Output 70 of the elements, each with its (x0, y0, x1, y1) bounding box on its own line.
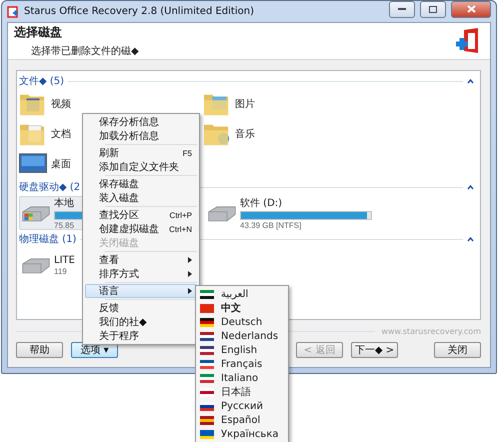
close-button[interactable] (451, 0, 491, 18)
collapse-icon[interactable] (467, 184, 474, 190)
collapse-icon[interactable] (467, 236, 474, 242)
language-item[interactable]: Español (196, 413, 288, 427)
language-item[interactable]: English (196, 343, 288, 357)
menu-item[interactable]: 装入磁盘 (85, 191, 197, 205)
menu-item[interactable]: 排序方式 (85, 267, 197, 281)
menu-item[interactable]: 创建虚拟磁盘 Ctrl+N (85, 222, 197, 236)
drive-name: 本地 (54, 196, 74, 210)
language-item[interactable]: Italiano (196, 371, 288, 385)
minimize-icon (398, 8, 406, 10)
drive-item[interactable]: 软件 (D:) 43.39 GB [NTFS] (205, 196, 374, 230)
flag-icon (200, 346, 214, 354)
flag-icon (200, 402, 214, 410)
language-item[interactable]: Nederlands (196, 329, 288, 343)
language-item[interactable]: العربية (196, 287, 288, 301)
folder-name[interactable]: 视频 (51, 97, 71, 111)
website-url: www.starusrecovery.com (381, 326, 481, 336)
page-title: 选择磁盘 (14, 24, 63, 41)
dialog-button[interactable]: 下一◆ > (351, 342, 398, 358)
folder-name[interactable]: 文档 (51, 127, 71, 141)
maximize-icon (429, 6, 437, 12)
menu-item[interactable]: 关于程序 (85, 329, 197, 343)
menu-item[interactable]: 加载分析信息 (85, 129, 197, 143)
menu-item[interactable]: 查看 (85, 253, 197, 267)
drive-name: 软件 (D:) (240, 197, 282, 210)
menu-item[interactable]: 反馈 (85, 301, 197, 315)
dialog-button[interactable]: 帮助 (16, 342, 63, 358)
drive-size: 75.85 (54, 221, 74, 230)
flag-icon (200, 290, 214, 298)
folder-name[interactable]: 图片 (235, 97, 255, 111)
section-title: 硬盘驱动◆ (2 (19, 181, 80, 194)
section-title: 文件◆ (5) (19, 74, 64, 88)
menu-item[interactable]: 刷新 F5 (85, 146, 197, 160)
language-item[interactable]: Українська (196, 427, 288, 441)
flag-icon (200, 304, 214, 312)
flag-icon (200, 360, 214, 368)
section-title: 物理磁盘 (1) (19, 233, 76, 246)
language-item[interactable]: Deutsch (196, 315, 288, 329)
menu-item[interactable]: 保存磁盘 (85, 177, 197, 191)
page-subtitle: 选择带已删除文件的磁◆ (30, 44, 140, 58)
drive-item[interactable]: LITE 119 (19, 248, 77, 282)
flag-icon (200, 416, 214, 424)
menu-item[interactable]: 语言 (85, 284, 197, 298)
folder-name[interactable]: 音乐 (235, 127, 255, 141)
menu-item[interactable]: 保存分析信息 (85, 115, 197, 129)
drive-name: LITE (54, 254, 75, 266)
dialog-button[interactable]: 关闭 (434, 342, 481, 358)
language-item[interactable]: 日本語 (196, 385, 288, 399)
maximize-button[interactable] (420, 0, 446, 18)
menu-item[interactable]: 添加自定义文件夹 (85, 160, 197, 174)
flag-icon (200, 430, 214, 438)
close-icon (466, 5, 476, 13)
language-item[interactable]: Русский (196, 399, 288, 413)
flag-icon (200, 332, 214, 340)
drive-size: 119 (54, 266, 67, 276)
folder-name[interactable]: 桌面 (51, 157, 71, 171)
flag-icon (200, 374, 214, 382)
flag-icon (200, 388, 214, 396)
window-title: Starus Office Recovery 2.8 (Unlimited Edition) (24, 6, 255, 17)
menu-item[interactable]: 查找分区 Ctrl+P (85, 208, 197, 222)
app-icon (7, 6, 19, 18)
flag-icon (200, 318, 214, 326)
drive-size: 43.39 GB [NTFS] (240, 221, 302, 230)
language-item[interactable]: Français (196, 357, 288, 371)
menu-item[interactable]: 我们的社◆ (85, 315, 197, 329)
minimize-button[interactable] (389, 0, 415, 18)
language-item[interactable]: 中文 (196, 301, 288, 315)
collapse-icon[interactable] (467, 78, 474, 84)
monitor-icon (19, 153, 47, 175)
